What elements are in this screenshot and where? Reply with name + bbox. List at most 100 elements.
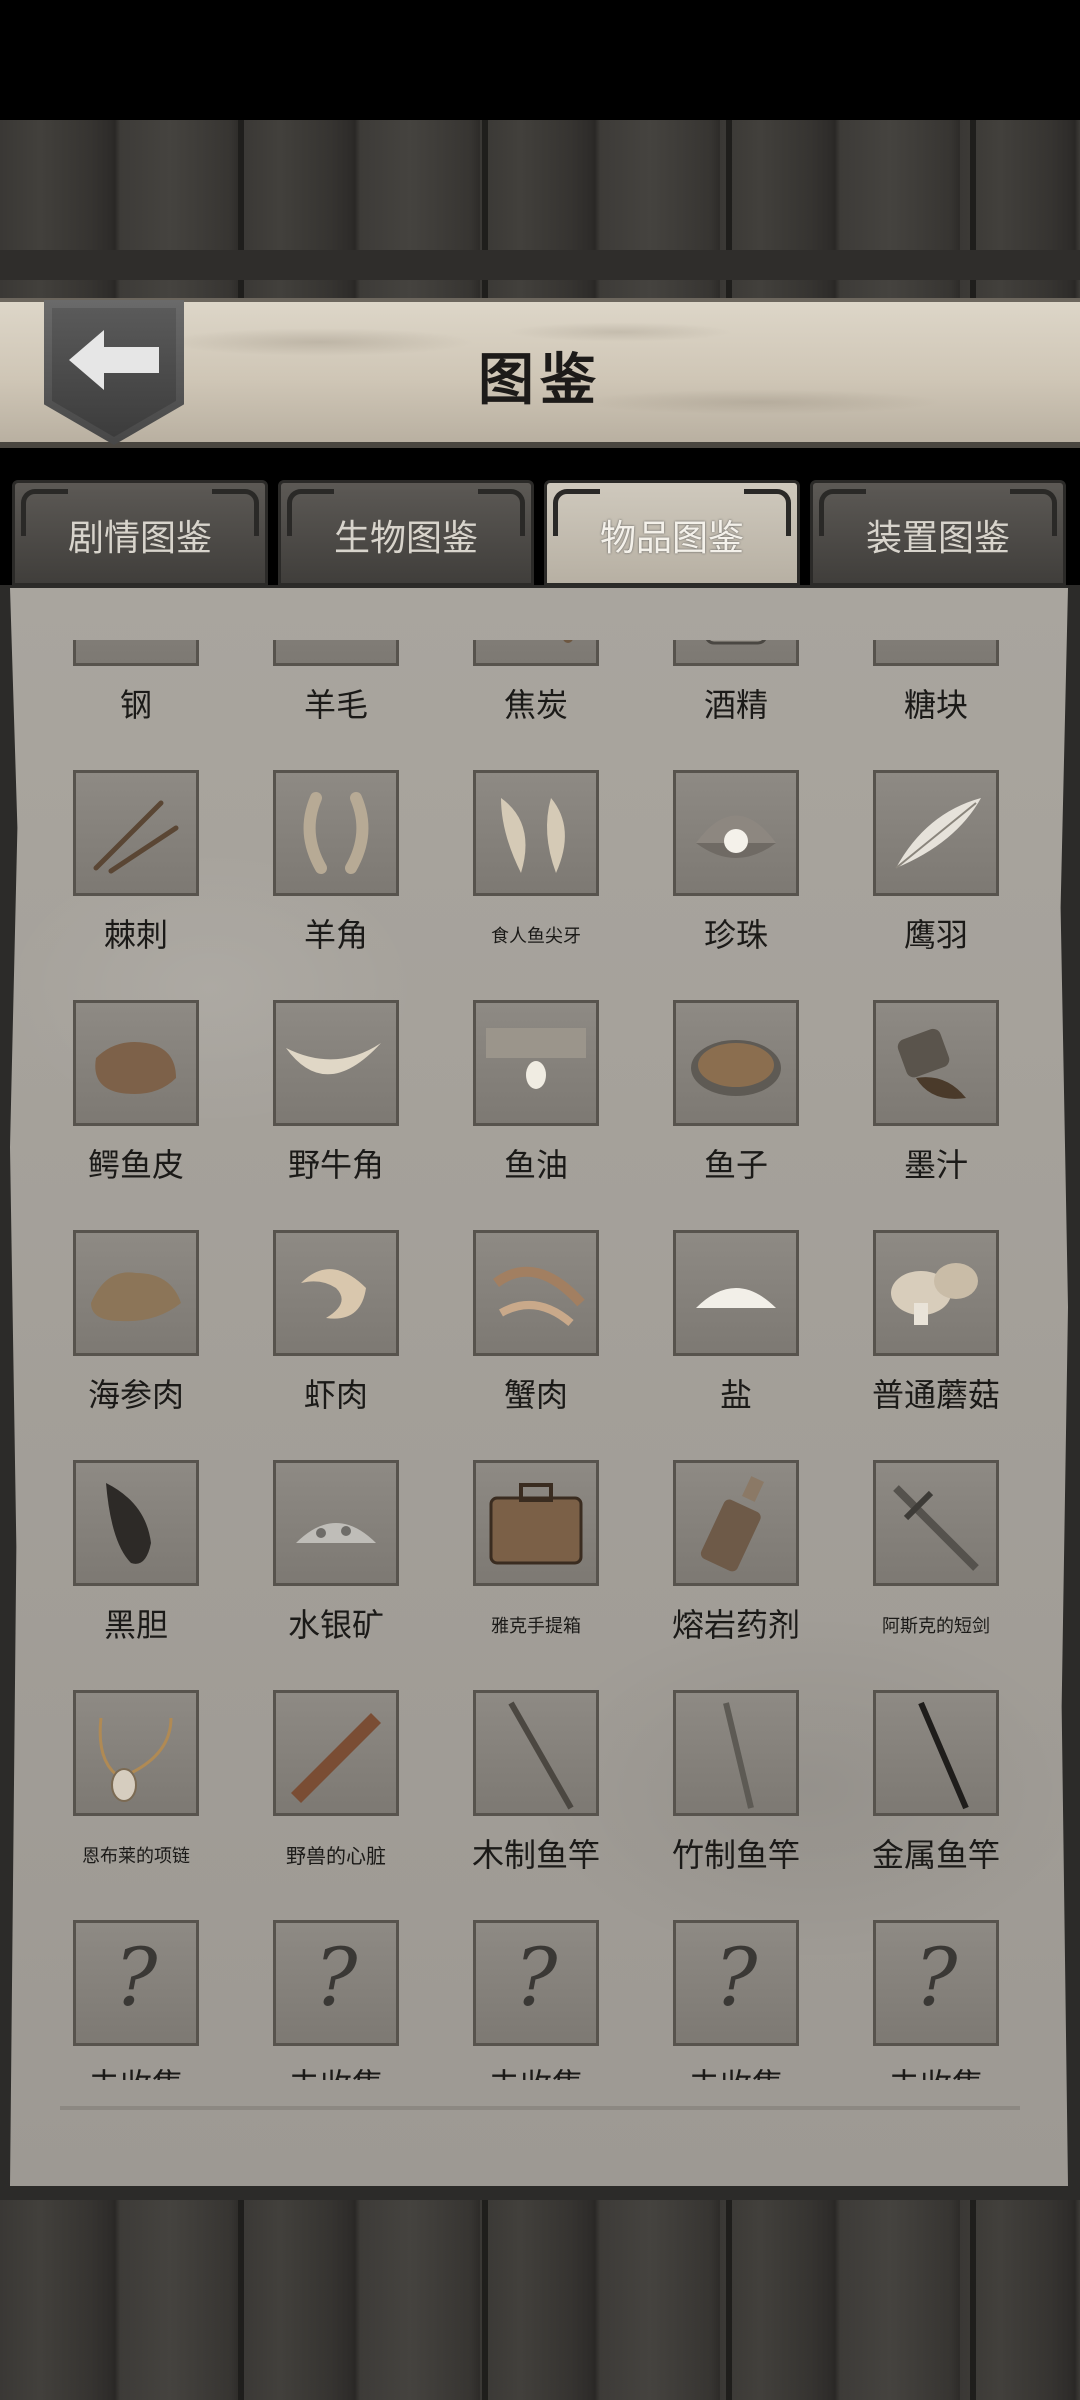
beast-heart-icon	[291, 1713, 381, 1803]
item-thumbnail	[473, 1000, 599, 1126]
item-label: 野兽的心脏	[286, 1844, 386, 1868]
item-card[interactable]: 鳄鱼皮	[40, 1000, 232, 1210]
item-thumbnail	[473, 1460, 599, 1586]
pearl-icon	[696, 815, 776, 858]
item-thumbnail	[273, 1690, 399, 1816]
unknown-icon: ?	[114, 1931, 158, 2024]
header-frame	[0, 250, 1080, 280]
item-thumbnail	[673, 770, 799, 896]
item-label: 墨汁	[903, 1146, 968, 1184]
roe-icon	[691, 1040, 781, 1096]
bamboo-rod-icon	[723, 1702, 754, 1809]
item-card[interactable]: 羊角	[240, 770, 432, 980]
item-thumbnail	[73, 640, 199, 666]
item-card[interactable]: 酒精Alcohol 酒精	[640, 640, 832, 750]
tab-creatures[interactable]: 生物图鉴	[278, 480, 534, 586]
item-card[interactable]: 鹰羽	[840, 770, 1032, 980]
crab-meat-icon	[493, 1266, 585, 1327]
item-card[interactable]: 恩布莱的项链	[40, 1690, 232, 1900]
item-label: 普通蘑菇	[871, 1376, 1000, 1414]
item-card[interactable]: ? 未收集	[440, 1920, 632, 2080]
item-thumbnail	[73, 1690, 199, 1816]
item-thumbnail	[673, 1000, 799, 1126]
item-card[interactable]: 水银矿	[240, 1460, 432, 1670]
metal-rod-icon	[918, 1701, 969, 1810]
tab-devices[interactable]: 装置图鉴	[810, 480, 1066, 586]
wool-icon	[276, 640, 396, 663]
item-thumbnail: ?	[273, 1920, 399, 2046]
item-card[interactable]: 虾肉	[240, 1230, 432, 1440]
item-label: 棘刺	[103, 916, 168, 954]
item-thumbnail	[673, 1690, 799, 1816]
item-card[interactable]: 木制鱼竿	[440, 1690, 632, 1900]
item-card[interactable]: 珍珠	[640, 770, 832, 980]
item-card[interactable]: 棘刺	[40, 770, 232, 980]
mercury-ore-icon	[296, 1523, 376, 1543]
tab-label: 生物图鉴	[333, 518, 478, 559]
item-label: 钢	[119, 686, 152, 724]
item-label: 竹制鱼竿	[671, 1836, 800, 1874]
item-thumbnail	[473, 1690, 599, 1816]
item-thumbnail	[473, 640, 599, 666]
item-card[interactable]: 钢	[40, 640, 232, 750]
item-label: 羊毛	[303, 686, 368, 724]
item-card[interactable]: ? 未收集	[640, 1920, 832, 2080]
thorn-icon	[93, 800, 179, 874]
item-thumbnail	[673, 1230, 799, 1356]
item-label: 水银矿	[287, 1606, 384, 1644]
suitcase-icon	[489, 1483, 583, 1565]
item-card[interactable]: ? 未收集	[40, 1920, 232, 2080]
item-thumbnail	[273, 1460, 399, 1586]
item-card[interactable]: 食人鱼尖牙	[440, 770, 632, 980]
item-thumbnail	[673, 1460, 799, 1586]
tab-items[interactable]: 物品图鉴	[544, 480, 800, 586]
dagger-icon	[893, 1485, 979, 1571]
item-thumbnail	[473, 770, 599, 896]
item-label: 未收集	[440, 2060, 632, 2080]
item-card[interactable]: 海参肉	[40, 1230, 232, 1440]
item-card[interactable]: 普通蘑菇	[840, 1230, 1032, 1440]
item-card[interactable]: 金属鱼竿	[840, 1690, 1032, 1900]
item-thumbnail: ?	[673, 1920, 799, 2046]
item-thumbnail: 酒精Alcohol	[673, 640, 799, 666]
item-card[interactable]: 盐	[640, 1230, 832, 1440]
item-card[interactable]: 墨汁	[840, 1000, 1032, 1210]
item-card[interactable]: 雅克手提箱	[440, 1460, 632, 1670]
tab-story[interactable]: 剧情图鉴	[12, 480, 268, 586]
ink-icon	[897, 1028, 966, 1099]
item-thumbnail	[473, 1230, 599, 1356]
item-card[interactable]: 野兽的心脏	[240, 1690, 432, 1900]
item-thumbnail	[73, 1230, 199, 1356]
item-card[interactable]: ? 未收集	[840, 1920, 1032, 2080]
sea-cucumber-icon	[91, 1272, 181, 1322]
item-thumbnail	[873, 770, 999, 896]
item-card[interactable]: 鱼子	[640, 1000, 832, 1210]
item-card[interactable]: 熔岩药剂	[640, 1460, 832, 1670]
item-card[interactable]: ? 未收集	[240, 1920, 432, 2080]
unknown-icon: ?	[514, 1931, 558, 2024]
item-card[interactable]: 阿斯克的短剑	[840, 1460, 1032, 1670]
item-card[interactable]: 糖块	[840, 640, 1032, 750]
item-card[interactable]: 鱼油	[440, 1000, 632, 1210]
wood-background-bottom	[0, 2200, 1080, 2400]
item-label: 鱼子	[703, 1146, 768, 1184]
item-thumbnail	[873, 640, 999, 666]
item-thumbnail	[873, 1230, 999, 1356]
item-card[interactable]: 蟹肉	[440, 1230, 632, 1440]
item-grid-scroll[interactable]: 钢 羊毛 焦炭 酒精Alcohol 酒精 糖块棘刺 羊角 食人鱼尖牙 珍珠 鹰羽鳄鱼皮 野牛角 鱼油 鱼…	[40, 640, 1040, 2080]
item-thumbnail	[73, 770, 199, 896]
shrimp-icon	[301, 1269, 366, 1319]
item-card[interactable]: 焦炭	[440, 640, 632, 750]
sugar-cube-icon	[876, 640, 996, 663]
item-label: 羊角	[303, 916, 368, 954]
item-label: 阿斯克的短剑	[882, 1616, 990, 1637]
item-card[interactable]: 羊毛	[240, 640, 432, 750]
wooden-rod-icon	[508, 1701, 574, 1810]
item-card[interactable]: 野牛角	[240, 1000, 432, 1210]
item-card[interactable]: 竹制鱼竿	[640, 1690, 832, 1900]
tab-bar: 剧情图鉴 生物图鉴 物品图鉴 装置图鉴	[12, 480, 1068, 588]
item-card[interactable]: 黑胆	[40, 1460, 232, 1670]
item-label: 鹰羽	[903, 916, 968, 954]
item-thumbnail	[873, 1460, 999, 1586]
item-label: 鳄鱼皮	[87, 1146, 184, 1184]
